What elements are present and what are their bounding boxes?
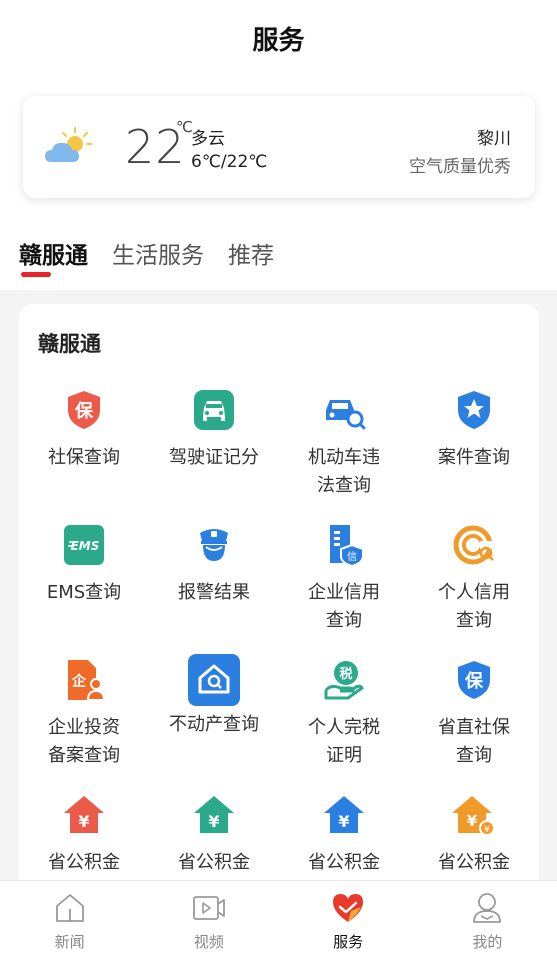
- car-icon: [194, 390, 234, 430]
- svg-text:¥: ¥: [78, 812, 89, 831]
- house-yen-red-icon: ¥: [64, 796, 104, 833]
- svg-text:¥: ¥: [338, 812, 349, 831]
- user-icon: [473, 893, 502, 923]
- service-item-police-report[interactable]: 报警结果: [149, 523, 279, 607]
- nav-label: 服务: [333, 933, 364, 951]
- ems-icon: EMS: [64, 525, 104, 565]
- svg-text:税: 税: [339, 666, 352, 682]
- service-item-tax-certificate[interactable]: 税 个人完税 证明: [279, 658, 409, 770]
- police-icon: [200, 529, 228, 561]
- shield-bao-icon: 保: [68, 391, 100, 429]
- house-search-icon: [188, 654, 240, 706]
- active-tab-indicator: [21, 272, 51, 277]
- service-item-label: 个人完税 证明: [308, 717, 380, 766]
- nav-label: 新闻: [54, 933, 85, 951]
- service-item-provincial-social-security[interactable]: 保 省直社保 查询: [409, 658, 539, 770]
- service-item-label: 个人信用 查询: [438, 582, 510, 631]
- building-credit-icon: 信: [330, 525, 364, 567]
- svg-text:¥: ¥: [208, 812, 219, 831]
- svg-text:保: 保: [464, 670, 484, 692]
- house-yen-green-icon: ¥: [194, 796, 234, 833]
- service-item-ems[interactable]: EMS EMS查询: [19, 523, 149, 607]
- service-item-label: 案件查询: [438, 447, 510, 468]
- tab-life-services[interactable]: 生活服务: [112, 236, 204, 286]
- service-item-label: 省公积金: [178, 852, 250, 873]
- service-item-case-query[interactable]: 案件查询: [409, 388, 539, 472]
- air-quality: 空气质量优秀: [409, 157, 511, 177]
- tax-hand-icon: 税: [324, 661, 364, 700]
- star-shield-icon: [458, 391, 490, 429]
- nav-mine[interactable]: 我的: [418, 881, 557, 957]
- nav-service[interactable]: 服务: [279, 881, 418, 957]
- svg-text:¥: ¥: [467, 812, 478, 830]
- temperature-range: 6℃/22℃: [191, 152, 268, 172]
- service-item-label: 驾驶证记分: [169, 447, 259, 468]
- nav-news[interactable]: 新闻: [0, 881, 139, 957]
- svg-text:企: 企: [71, 673, 87, 690]
- service-item-real-estate[interactable]: 不动产查询: [149, 654, 279, 739]
- service-item-label: 社保查询: [48, 447, 120, 468]
- service-item-label: 企业投资 备案查询: [48, 717, 120, 766]
- house-yen-blue-icon: ¥: [324, 796, 364, 833]
- nav-video[interactable]: 视频: [139, 881, 278, 957]
- service-item-investment-filing[interactable]: 企 企业投资 备案查询: [19, 658, 149, 770]
- tab-ganfutong[interactable]: 赣服通: [19, 236, 88, 286]
- service-item-label: 报警结果: [178, 582, 250, 603]
- service-item-label: 省公积金: [308, 852, 380, 873]
- service-tabs: 赣服通 生活服务 推荐: [19, 236, 298, 286]
- service-panel: 赣服通 保 社保查询 驾驶证记分 机动车违 法查询 案件查询 EMS EMS查询…: [19, 304, 539, 904]
- service-item-label: 省公积金: [48, 852, 120, 873]
- partly-cloudy-icon: [45, 127, 92, 162]
- home-icon: [55, 894, 84, 922]
- city-name: 黎川: [477, 129, 511, 149]
- doc-invest-icon: 企: [68, 660, 106, 701]
- house-yen-orange-icon: ¥ ¥: [452, 796, 495, 836]
- service-item-label: 机动车违 法查询: [308, 447, 380, 496]
- service-item-label: EMS查询: [46, 582, 122, 603]
- weather-card[interactable]: 22 ℃ 多云 6℃/22℃ 黎川 空气质量优秀: [23, 96, 535, 198]
- car-search-icon: [326, 400, 366, 430]
- nav-label: 视频: [193, 933, 224, 951]
- bottom-navigation: 新闻 视频 服务 我的: [0, 880, 557, 957]
- service-item-housing-fund-3[interactable]: ¥ 省公积金: [279, 793, 409, 877]
- credit-c-icon: [453, 525, 494, 565]
- page-title: 服务: [252, 25, 305, 56]
- service-item-license-points[interactable]: 驾驶证记分: [149, 388, 279, 472]
- service-item-label: 省公积金: [438, 852, 510, 873]
- service-item-label: 省直社保 查询: [438, 717, 510, 766]
- top-bar: 服务: [0, 0, 557, 80]
- video-icon: [192, 896, 225, 920]
- svg-text:EMS: EMS: [71, 539, 100, 553]
- section-title: 赣服通: [38, 332, 101, 356]
- service-item-personal-credit[interactable]: 个人信用 查询: [409, 523, 539, 635]
- service-item-label: 不动产查询: [169, 714, 259, 735]
- heart-service-icon: [333, 894, 364, 922]
- tab-recommend[interactable]: 推荐: [228, 236, 274, 286]
- service-item-housing-fund-2[interactable]: ¥ 省公积金: [149, 793, 279, 877]
- weather-condition: 多云: [191, 129, 225, 149]
- svg-text:信: 信: [347, 551, 357, 563]
- svg-text:¥: ¥: [484, 825, 490, 835]
- service-item-social-security[interactable]: 保 社保查询: [19, 388, 149, 472]
- service-item-label: 企业信用 查询: [308, 582, 380, 631]
- service-item-housing-fund-1[interactable]: ¥ 省公积金: [19, 793, 149, 877]
- nav-label: 我的: [472, 933, 503, 951]
- service-item-vehicle-violation[interactable]: 机动车违 法查询: [279, 388, 409, 500]
- shield-bao-blue-icon: 保: [458, 661, 490, 699]
- service-item-housing-fund-4[interactable]: ¥ ¥ 省公积金: [409, 793, 539, 877]
- service-item-enterprise-credit[interactable]: 信 企业信用 查询: [279, 523, 409, 635]
- svg-text:保: 保: [74, 400, 94, 422]
